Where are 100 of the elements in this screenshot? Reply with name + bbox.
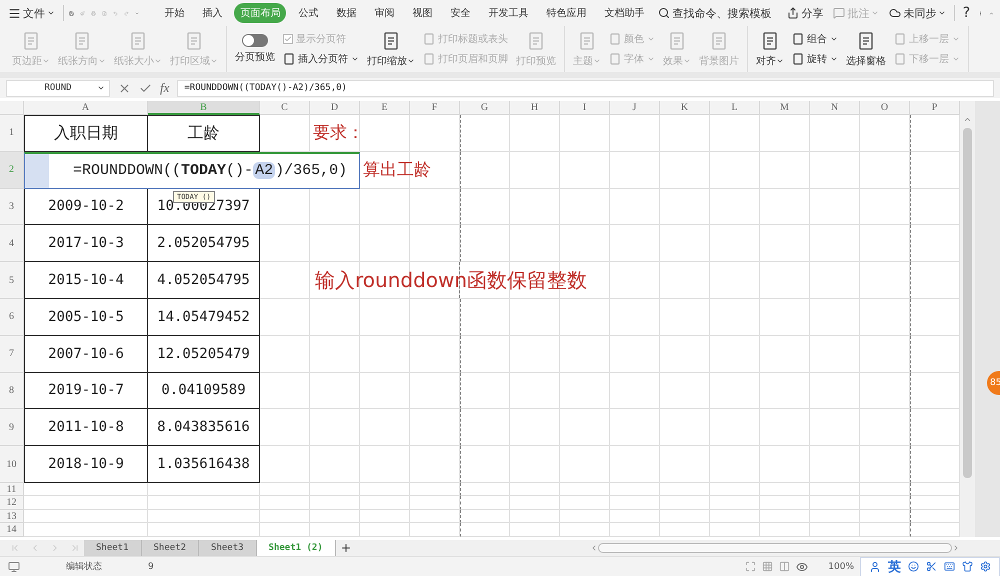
scroll-right-icon[interactable] bbox=[952, 544, 960, 552]
table-cell[interactable] bbox=[760, 510, 810, 524]
row-header[interactable]: 11 bbox=[0, 482, 24, 496]
table-cell[interactable] bbox=[310, 409, 360, 446]
column-header[interactable]: N bbox=[810, 101, 860, 115]
table-cell[interactable] bbox=[860, 446, 910, 483]
table-cell[interactable] bbox=[810, 336, 860, 373]
ribbon-tab[interactable]: 公式 bbox=[292, 3, 324, 23]
table-cell[interactable] bbox=[610, 482, 660, 496]
table-cell[interactable] bbox=[560, 446, 610, 483]
table-cell[interactable] bbox=[460, 482, 510, 496]
table-cell[interactable] bbox=[460, 115, 510, 152]
table-cell[interactable] bbox=[660, 152, 710, 189]
table-cell[interactable] bbox=[760, 262, 810, 299]
row-header[interactable]: 8 bbox=[0, 372, 24, 410]
table-cell[interactable] bbox=[760, 298, 810, 336]
table-cell[interactable]: 输入rounddown函数保留整数 bbox=[310, 262, 610, 299]
table-cell[interactable] bbox=[148, 496, 260, 510]
table-cell[interactable] bbox=[860, 262, 910, 299]
column-header[interactable]: H bbox=[510, 101, 560, 115]
row-header[interactable]: 7 bbox=[0, 336, 24, 373]
table-cell[interactable] bbox=[360, 446, 410, 483]
table-cell[interactable] bbox=[860, 152, 910, 189]
table-cell[interactable] bbox=[410, 446, 460, 483]
table-cell[interactable] bbox=[560, 115, 610, 152]
table-cell[interactable] bbox=[810, 188, 860, 226]
column-header[interactable]: L bbox=[710, 101, 760, 115]
table-cell[interactable] bbox=[760, 496, 810, 510]
column-header[interactable]: K bbox=[660, 101, 710, 115]
table-cell[interactable] bbox=[310, 298, 360, 336]
table-cell[interactable] bbox=[460, 446, 510, 483]
row-header[interactable]: 10 bbox=[0, 446, 24, 483]
add-sheet-icon[interactable] bbox=[340, 542, 352, 554]
ribbon-button[interactable]: 选择窗格 bbox=[846, 30, 886, 68]
table-cell[interactable] bbox=[860, 496, 910, 510]
scrollbar-thumb[interactable] bbox=[598, 543, 952, 553]
table-cell[interactable]: 0.04109589 bbox=[148, 372, 260, 410]
table-cell[interactable] bbox=[360, 482, 410, 496]
table-cell[interactable] bbox=[610, 152, 660, 189]
scroll-left-icon[interactable] bbox=[590, 544, 598, 552]
keyboard-icon[interactable] bbox=[944, 561, 955, 572]
table-cell[interactable] bbox=[810, 152, 860, 189]
table-cell[interactable] bbox=[660, 298, 710, 336]
column-header[interactable]: C bbox=[260, 101, 310, 115]
table-cell[interactable] bbox=[810, 446, 860, 483]
table-cell[interactable] bbox=[310, 496, 360, 510]
ribbon-tab[interactable]: 数据 bbox=[330, 3, 362, 23]
table-cell[interactable] bbox=[710, 446, 760, 483]
table-cell[interactable] bbox=[760, 372, 810, 410]
table-cell[interactable] bbox=[260, 225, 310, 262]
table-cell[interactable] bbox=[560, 372, 610, 410]
table-cell[interactable] bbox=[360, 510, 410, 524]
row-header[interactable]: 13 bbox=[0, 510, 24, 524]
table-cell[interactable] bbox=[260, 262, 310, 299]
table-cell[interactable]: 2011-10-8 bbox=[24, 409, 148, 446]
column-header[interactable]: O bbox=[860, 101, 910, 115]
table-cell[interactable] bbox=[510, 446, 560, 483]
table-cell[interactable] bbox=[24, 510, 148, 524]
column-header[interactable]: D bbox=[310, 101, 360, 115]
table-cell[interactable] bbox=[460, 510, 510, 524]
table-cell[interactable] bbox=[410, 496, 460, 510]
table-cell[interactable] bbox=[460, 409, 510, 446]
ribbon-tab[interactable]: 页面布局 bbox=[234, 3, 286, 23]
table-cell[interactable]: 2009-10-2 bbox=[24, 188, 148, 226]
table-cell[interactable] bbox=[560, 225, 610, 262]
table-cell[interactable] bbox=[410, 523, 460, 537]
table-cell[interactable] bbox=[560, 409, 610, 446]
table-cell[interactable]: 2.052054795 bbox=[148, 225, 260, 262]
table-cell[interactable] bbox=[24, 482, 148, 496]
table-cell[interactable] bbox=[760, 152, 810, 189]
table-cell[interactable] bbox=[860, 336, 910, 373]
table-cell[interactable] bbox=[860, 372, 910, 410]
column-header[interactable]: E bbox=[360, 101, 410, 115]
table-cell[interactable] bbox=[360, 372, 410, 410]
row-header[interactable]: 1 bbox=[0, 115, 24, 152]
table-cell[interactable] bbox=[560, 482, 610, 496]
table-cell[interactable] bbox=[660, 372, 710, 410]
table-cell[interactable] bbox=[560, 510, 610, 524]
insert-function-button[interactable]: fx bbox=[160, 80, 170, 96]
table-cell[interactable] bbox=[460, 152, 510, 189]
table-cell[interactable] bbox=[810, 298, 860, 336]
table-cell[interactable] bbox=[410, 225, 460, 262]
table-cell[interactable] bbox=[810, 510, 860, 524]
eye-icon[interactable] bbox=[796, 560, 808, 572]
table-cell[interactable] bbox=[760, 188, 810, 226]
table-cell[interactable] bbox=[610, 446, 660, 483]
page-view-icon[interactable] bbox=[779, 561, 790, 572]
column-header[interactable]: M bbox=[760, 101, 810, 115]
table-cell[interactable] bbox=[610, 298, 660, 336]
column-header[interactable]: G bbox=[460, 101, 510, 115]
table-cell[interactable] bbox=[260, 188, 310, 226]
table-cell[interactable] bbox=[360, 523, 410, 537]
ribbon-tab[interactable]: 特色应用 bbox=[540, 3, 592, 23]
table-cell[interactable] bbox=[260, 510, 310, 524]
row-header[interactable]: 12 bbox=[0, 496, 24, 510]
column-header[interactable]: F bbox=[410, 101, 460, 115]
row-header[interactable]: 14 bbox=[0, 523, 24, 537]
table-cell[interactable]: 2005-10-5 bbox=[24, 298, 148, 336]
table-cell[interactable] bbox=[360, 298, 410, 336]
shirt-icon[interactable] bbox=[962, 561, 973, 572]
